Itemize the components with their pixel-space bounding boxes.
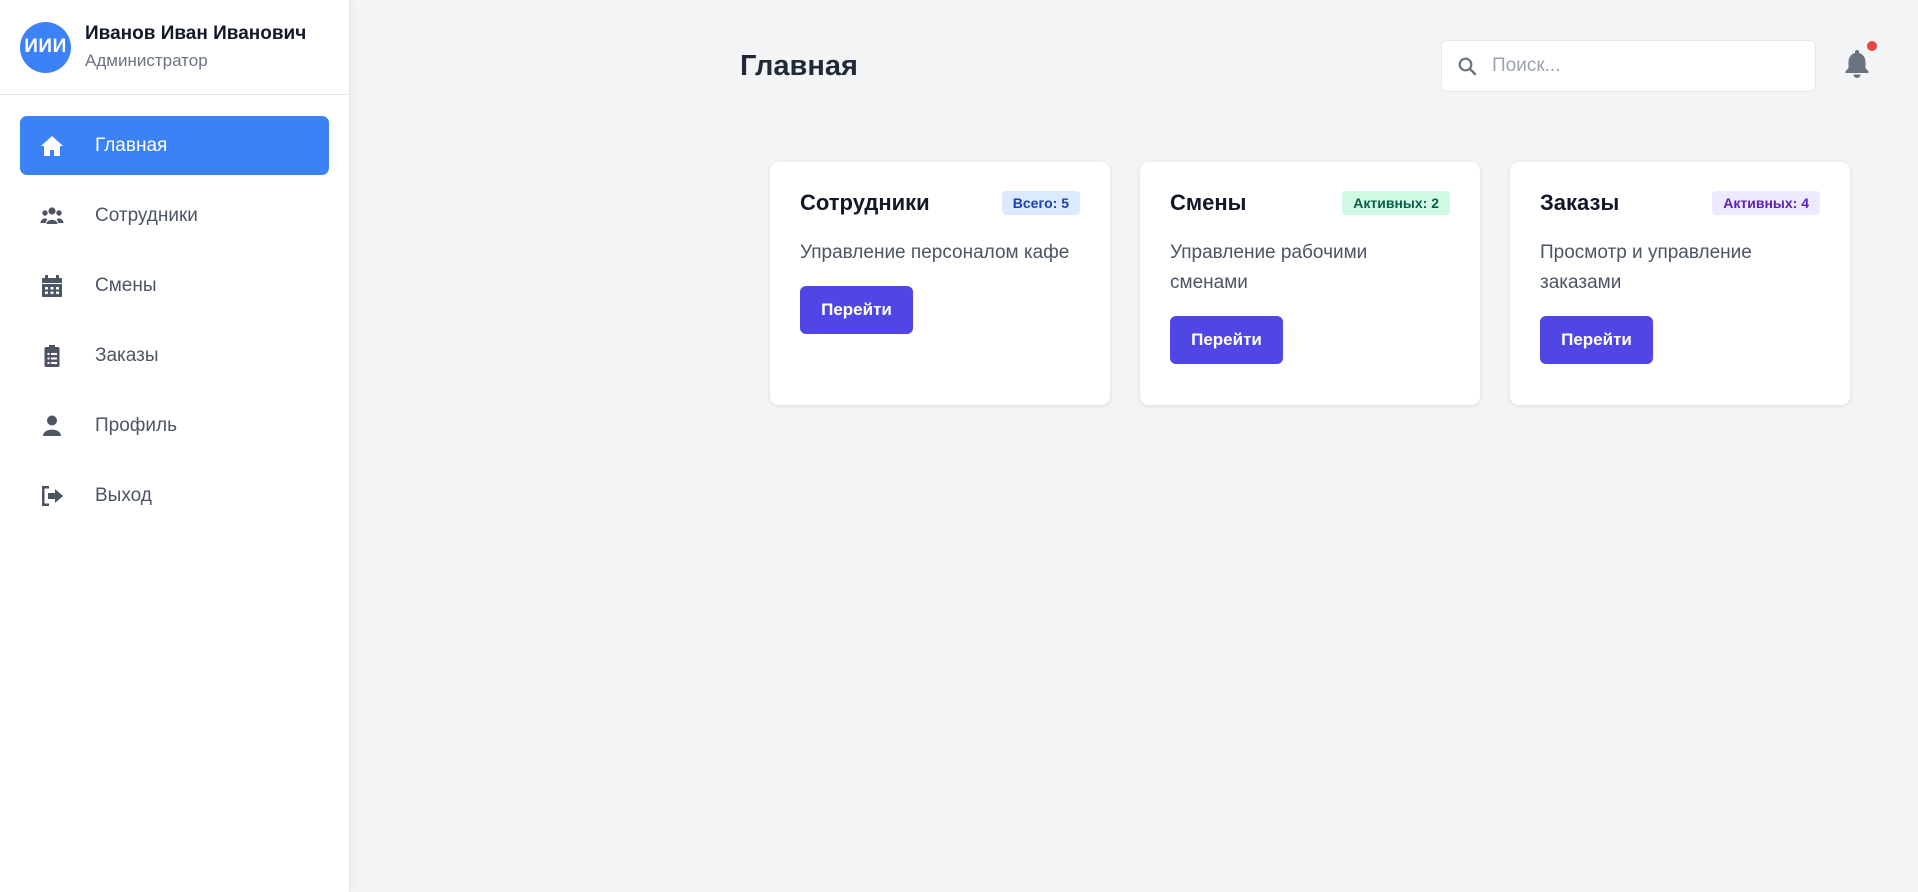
search-box[interactable] bbox=[1441, 40, 1816, 92]
go-button[interactable]: Перейти bbox=[800, 286, 913, 334]
sidebar-item-home[interactable]: Главная bbox=[20, 116, 329, 175]
sidebar-item-employees[interactable]: Сотрудники bbox=[20, 186, 329, 245]
sidebar-item-label: Профиль bbox=[95, 414, 178, 436]
card-description: Управление персоналом кафе bbox=[800, 242, 1070, 263]
sidebar-item-label: Выход bbox=[95, 484, 152, 506]
go-button[interactable]: Перейти bbox=[1540, 316, 1653, 364]
sidebar-item-shifts[interactable]: Смены bbox=[20, 256, 329, 315]
user-icon bbox=[38, 414, 66, 438]
logout-icon bbox=[38, 484, 66, 508]
sidebar-nav: Главная Сотрудники Смены Заказы Профиль bbox=[0, 95, 349, 525]
card-title: Сотрудники bbox=[800, 190, 930, 215]
card-description: Управление рабочими сменами bbox=[1170, 242, 1368, 293]
sidebar-item-profile[interactable]: Профиль bbox=[20, 396, 329, 455]
sidebar-item-label: Смены bbox=[95, 274, 157, 296]
avatar[interactable]: ИИИ bbox=[20, 21, 71, 73]
card-employees: Сотрудники Всего: 5 Управление персонало… bbox=[770, 162, 1110, 405]
card-header: Заказы Активных: 4 bbox=[1540, 190, 1820, 216]
card-title: Заказы bbox=[1540, 190, 1620, 215]
user-role: Администратор bbox=[85, 51, 208, 70]
status-badge: Всего: 5 bbox=[1001, 191, 1080, 215]
home-icon bbox=[38, 134, 66, 158]
sidebar-item-label: Заказы bbox=[95, 344, 159, 366]
card-orders: Заказы Активных: 4 Просмотр и управление… bbox=[1510, 162, 1850, 405]
user-info: Иванов Иван Иванович Администратор bbox=[85, 23, 306, 71]
page-title: Главная bbox=[740, 50, 858, 82]
users-icon bbox=[38, 204, 66, 228]
card-title: Смены bbox=[1170, 190, 1247, 215]
clipboard-icon bbox=[38, 344, 66, 368]
sidebar-item-label: Главная bbox=[95, 134, 168, 156]
sidebar-item-orders[interactable]: Заказы bbox=[20, 326, 329, 385]
sidebar: ИИИ Иванов Иван Иванович Администратор Г… bbox=[0, 0, 350, 892]
search-icon bbox=[1458, 57, 1477, 76]
notification-dot bbox=[1867, 41, 1877, 51]
user-block: ИИИ Иванов Иван Иванович Администратор bbox=[0, 0, 349, 95]
card-header: Сотрудники Всего: 5 bbox=[800, 190, 1080, 216]
go-button[interactable]: Перейти bbox=[1170, 316, 1283, 364]
search-input[interactable] bbox=[1492, 55, 1792, 77]
status-badge: Активных: 4 bbox=[1712, 191, 1820, 215]
card-header: Смены Активных: 2 bbox=[1170, 190, 1450, 216]
sidebar-item-label: Сотрудники bbox=[95, 204, 198, 226]
card-description: Просмотр и управление заказами bbox=[1540, 242, 1752, 293]
user-name: Иванов Иван Иванович bbox=[85, 23, 307, 44]
sidebar-item-logout[interactable]: Выход bbox=[20, 466, 329, 525]
status-badge: Активных: 2 bbox=[1342, 191, 1450, 215]
bell-icon[interactable] bbox=[1843, 48, 1871, 78]
calendar-icon bbox=[38, 274, 66, 298]
card-shifts: Смены Активных: 2 Управление рабочими см… bbox=[1140, 162, 1480, 405]
